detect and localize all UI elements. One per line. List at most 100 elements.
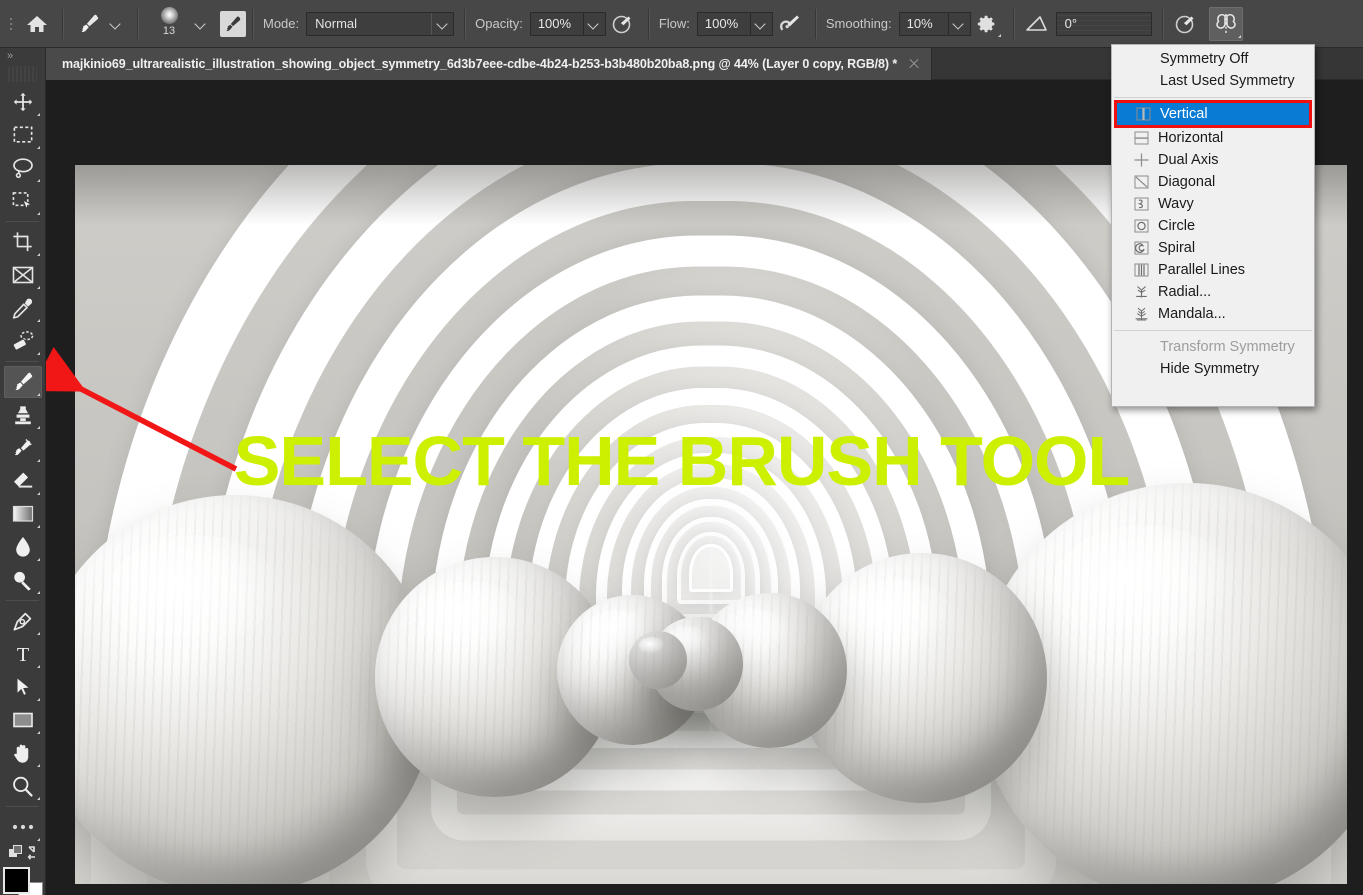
color-swatches[interactable] bbox=[2, 867, 43, 895]
color-controls-row bbox=[8, 845, 38, 861]
divider bbox=[6, 221, 39, 222]
menu-item-last-used-symmetry[interactable]: Last Used Symmetry bbox=[1112, 70, 1314, 92]
home-button[interactable] bbox=[18, 8, 56, 40]
symmetry-button[interactable] bbox=[1208, 6, 1243, 41]
menu-item-label: Parallel Lines bbox=[1158, 262, 1246, 278]
opacity-input[interactable]: 100% bbox=[529, 11, 584, 36]
instruction-text: SELECT THE BRUSH TOOL bbox=[233, 422, 1131, 500]
menu-item-label: Horizontal bbox=[1158, 130, 1224, 146]
menu-item-horizontal[interactable]: Horizontal bbox=[1112, 127, 1314, 149]
brush-tool-icon-button[interactable] bbox=[73, 8, 105, 40]
menu-item-hide-symmetry[interactable] bbox=[1112, 380, 1314, 402]
menu-item-wavy[interactable]: Wavy bbox=[1112, 193, 1314, 215]
history-brush-tool[interactable] bbox=[4, 432, 42, 464]
spiral-symmetry-icon bbox=[1130, 239, 1152, 257]
menu-item-diagonal[interactable]: Diagonal bbox=[1112, 171, 1314, 193]
frame-icon bbox=[12, 266, 33, 284]
eraser-tool[interactable] bbox=[4, 465, 42, 497]
chevron-down-icon bbox=[194, 17, 208, 31]
object-selection-tool[interactable] bbox=[4, 185, 42, 217]
brush-preset-picker-arrow[interactable] bbox=[105, 9, 127, 39]
flow-input[interactable]: 100% bbox=[696, 11, 751, 36]
menu-item-label: Symmetry Off bbox=[1160, 51, 1249, 67]
menu-divider bbox=[1114, 330, 1312, 331]
zoom-tool[interactable] bbox=[4, 770, 42, 802]
corner-triangle bbox=[997, 33, 1001, 37]
eyedropper-icon bbox=[12, 298, 33, 319]
menu-item-vertical[interactable]: Vertical bbox=[1114, 103, 1312, 125]
sphere-micro-right bbox=[629, 631, 687, 689]
blend-mode-arrow[interactable] bbox=[431, 12, 453, 35]
pressure-opacity-button[interactable] bbox=[606, 8, 638, 40]
pressure-opacity-icon bbox=[612, 15, 631, 33]
symmetry-menu[interactable]: Symmetry Off Last Used Symmetry Vertical… bbox=[1111, 44, 1315, 407]
brush-settings-panel-button[interactable] bbox=[220, 10, 246, 37]
menu-item-parallel-lines[interactable]: Parallel Lines bbox=[1112, 259, 1314, 281]
brush-tip-icon bbox=[160, 6, 178, 24]
smoothing-options-button[interactable] bbox=[971, 8, 1003, 40]
gradient-tool[interactable] bbox=[4, 498, 42, 530]
brush-tool-indicator[interactable] bbox=[69, 5, 131, 43]
radial-symmetry-icon bbox=[1130, 283, 1152, 301]
opacity-stepper[interactable] bbox=[583, 11, 606, 36]
menu-item-transform-symmetry[interactable]: Hide Symmetry bbox=[1112, 358, 1314, 380]
airbrush-button[interactable] bbox=[773, 8, 805, 40]
toolbar-grip[interactable] bbox=[8, 66, 37, 82]
corner-triangle bbox=[1237, 34, 1241, 38]
chevron-down-icon bbox=[952, 17, 966, 31]
circle-symmetry-icon bbox=[1130, 217, 1152, 235]
menu-item-label: Mandala... bbox=[1158, 306, 1226, 322]
options-bar-grip[interactable] bbox=[4, 10, 18, 38]
brush-size-dropdown-arrow[interactable] bbox=[190, 9, 212, 39]
menu-item-label: Last Used Symmetry bbox=[1160, 73, 1295, 89]
type-tool[interactable]: T bbox=[4, 638, 42, 670]
divider bbox=[464, 8, 466, 39]
path-selection-tool[interactable] bbox=[4, 671, 42, 703]
blend-mode-group: Mode: Normal bbox=[259, 5, 458, 43]
color-controls-icons bbox=[8, 845, 35, 860]
hand-tool[interactable] bbox=[4, 737, 42, 769]
brush-preset-picker[interactable]: 13 bbox=[144, 5, 216, 43]
close-icon[interactable] bbox=[907, 57, 921, 71]
blend-mode-select[interactable]: Normal bbox=[306, 11, 455, 36]
rectangle-tool[interactable] bbox=[4, 704, 42, 736]
toolbar-expand-button[interactable]: » bbox=[0, 48, 45, 64]
dodge-tool[interactable] bbox=[4, 564, 42, 596]
pressure-size-button[interactable] bbox=[1169, 8, 1201, 40]
edit-toolbar-button[interactable] bbox=[4, 811, 42, 843]
menu-item-dual-axis[interactable]: Dual Axis bbox=[1112, 149, 1314, 171]
smoothing-stepper[interactable] bbox=[948, 11, 971, 36]
lasso-tool[interactable] bbox=[4, 152, 42, 184]
menu-item-spiral[interactable]: Spiral bbox=[1112, 237, 1314, 259]
opacity-label: Opacity: bbox=[475, 16, 523, 31]
eyedropper-tool[interactable] bbox=[4, 292, 42, 324]
smoothing-group: Smoothing: 10% bbox=[822, 5, 1007, 43]
opacity-group: Opacity: 100% bbox=[471, 5, 642, 43]
foreground-color-swatch[interactable] bbox=[2, 867, 30, 894]
divider bbox=[1161, 8, 1163, 39]
smoothing-input[interactable]: 10% bbox=[898, 11, 949, 36]
menu-item-circle[interactable]: Circle bbox=[1112, 215, 1314, 237]
menu-item-symmetry-off[interactable]: Symmetry Off bbox=[1112, 48, 1314, 70]
crop-tool[interactable] bbox=[4, 226, 42, 258]
clone-stamp-tool[interactable] bbox=[4, 399, 42, 431]
brush-tool[interactable] bbox=[3, 366, 42, 398]
rectangular-marquee-tool[interactable] bbox=[4, 119, 42, 151]
flow-stepper[interactable] bbox=[750, 11, 773, 36]
brush-angle-input[interactable]: 0° bbox=[1055, 11, 1152, 36]
pen-tool[interactable] bbox=[4, 605, 42, 637]
rectangular-marquee-icon bbox=[13, 126, 32, 143]
divider bbox=[1012, 8, 1014, 39]
frame-tool[interactable] bbox=[4, 259, 42, 291]
menu-item-mandala[interactable]: Mandala... bbox=[1112, 303, 1314, 325]
hand-icon bbox=[14, 744, 29, 763]
document-tab[interactable]: majkinio69_ultrarealistic_illustration_s… bbox=[46, 48, 933, 80]
move-tool[interactable] bbox=[4, 86, 42, 118]
chevron-down-icon bbox=[754, 17, 768, 31]
brush-tip-preview[interactable]: 13 bbox=[148, 5, 190, 43]
menu-item-radial[interactable]: Radial... bbox=[1112, 281, 1314, 303]
spot-healing-brush-tool[interactable] bbox=[4, 325, 42, 357]
blur-tool[interactable] bbox=[4, 531, 42, 563]
menu-item-selected-path: Transform Symmetry bbox=[1112, 336, 1314, 358]
divider bbox=[6, 361, 39, 362]
